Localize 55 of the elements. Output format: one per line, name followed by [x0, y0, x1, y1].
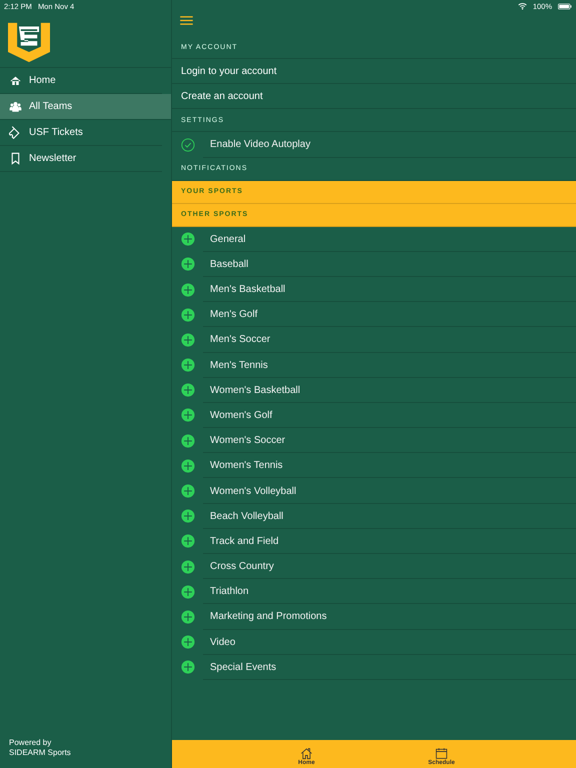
sport-label: Women's Golf: [210, 410, 272, 421]
add-icon[interactable]: [181, 383, 195, 398]
sport-label: Men's Basketball: [210, 284, 286, 296]
footer-text: SIDEARM Sports: [9, 748, 72, 758]
checkmark-circle-icon[interactable]: [181, 138, 195, 152]
ticket-icon: [9, 126, 22, 139]
menu-icon[interactable]: [180, 16, 193, 24]
add-icon[interactable]: [181, 610, 195, 624]
sport-label: Triathlon: [210, 586, 249, 598]
sport-label: Special Events: [210, 662, 276, 673]
add-icon[interactable]: [181, 660, 195, 674]
wifi-icon: [518, 2, 527, 10]
add-icon[interactable]: [181, 332, 195, 347]
add-icon[interactable]: [181, 534, 195, 548]
add-icon[interactable]: [181, 282, 195, 297]
add-icon[interactable]: [181, 434, 195, 448]
add-icon[interactable]: [181, 232, 195, 246]
home-icon: [300, 747, 313, 760]
sport-label: Women's Basketball: [210, 384, 300, 396]
add-icon[interactable]: [181, 584, 195, 599]
calendar-icon: [435, 747, 448, 760]
add-icon[interactable]: [181, 358, 195, 372]
add-icon[interactable]: [181, 484, 195, 498]
bookmark-icon: [9, 152, 22, 165]
sidebar-item[interactable]: USF Tickets: [0, 120, 162, 146]
sport-label: Baseball: [210, 258, 248, 270]
add-icon[interactable]: [181, 308, 195, 322]
sport-label: Women's Volleyball: [210, 486, 296, 497]
list-item[interactable]: Create an account: [172, 84, 576, 110]
sport-label: Men's Tennis: [210, 360, 268, 371]
sport-label: Beach Volleyball: [210, 510, 284, 522]
sport-label: Video: [210, 636, 236, 648]
add-icon[interactable]: [181, 635, 195, 650]
battery-icon: [558, 2, 572, 10]
sidebar-item[interactable]: All Teams: [0, 94, 171, 120]
footer-text: Powered by: [9, 738, 52, 748]
add-icon[interactable]: [181, 257, 195, 272]
sport-label: Cross Country: [210, 561, 274, 572]
people-icon: [9, 100, 22, 113]
add-icon[interactable]: [181, 560, 195, 574]
list-item[interactable]: Login to your account: [172, 59, 576, 84]
sport-label: Women's Soccer: [210, 435, 286, 446]
add-icon[interactable]: [181, 458, 195, 473]
sidebar-item[interactable]: Newsletter: [0, 146, 162, 172]
home-icon: [9, 74, 22, 87]
sport-label: Men's Soccer: [210, 334, 270, 346]
sport-label: General: [210, 234, 246, 245]
usf-logo: [6, 21, 52, 63]
sport-label: Track and Field: [210, 536, 279, 547]
sport-label: Women's Tennis: [210, 460, 283, 472]
sport-label: Marketing and Promotions: [210, 611, 327, 622]
setting-label: Enable Video Autoplay: [210, 139, 310, 150]
add-icon[interactable]: [181, 408, 195, 422]
add-icon[interactable]: [181, 509, 195, 524]
sport-label: Men's Golf: [210, 309, 258, 320]
